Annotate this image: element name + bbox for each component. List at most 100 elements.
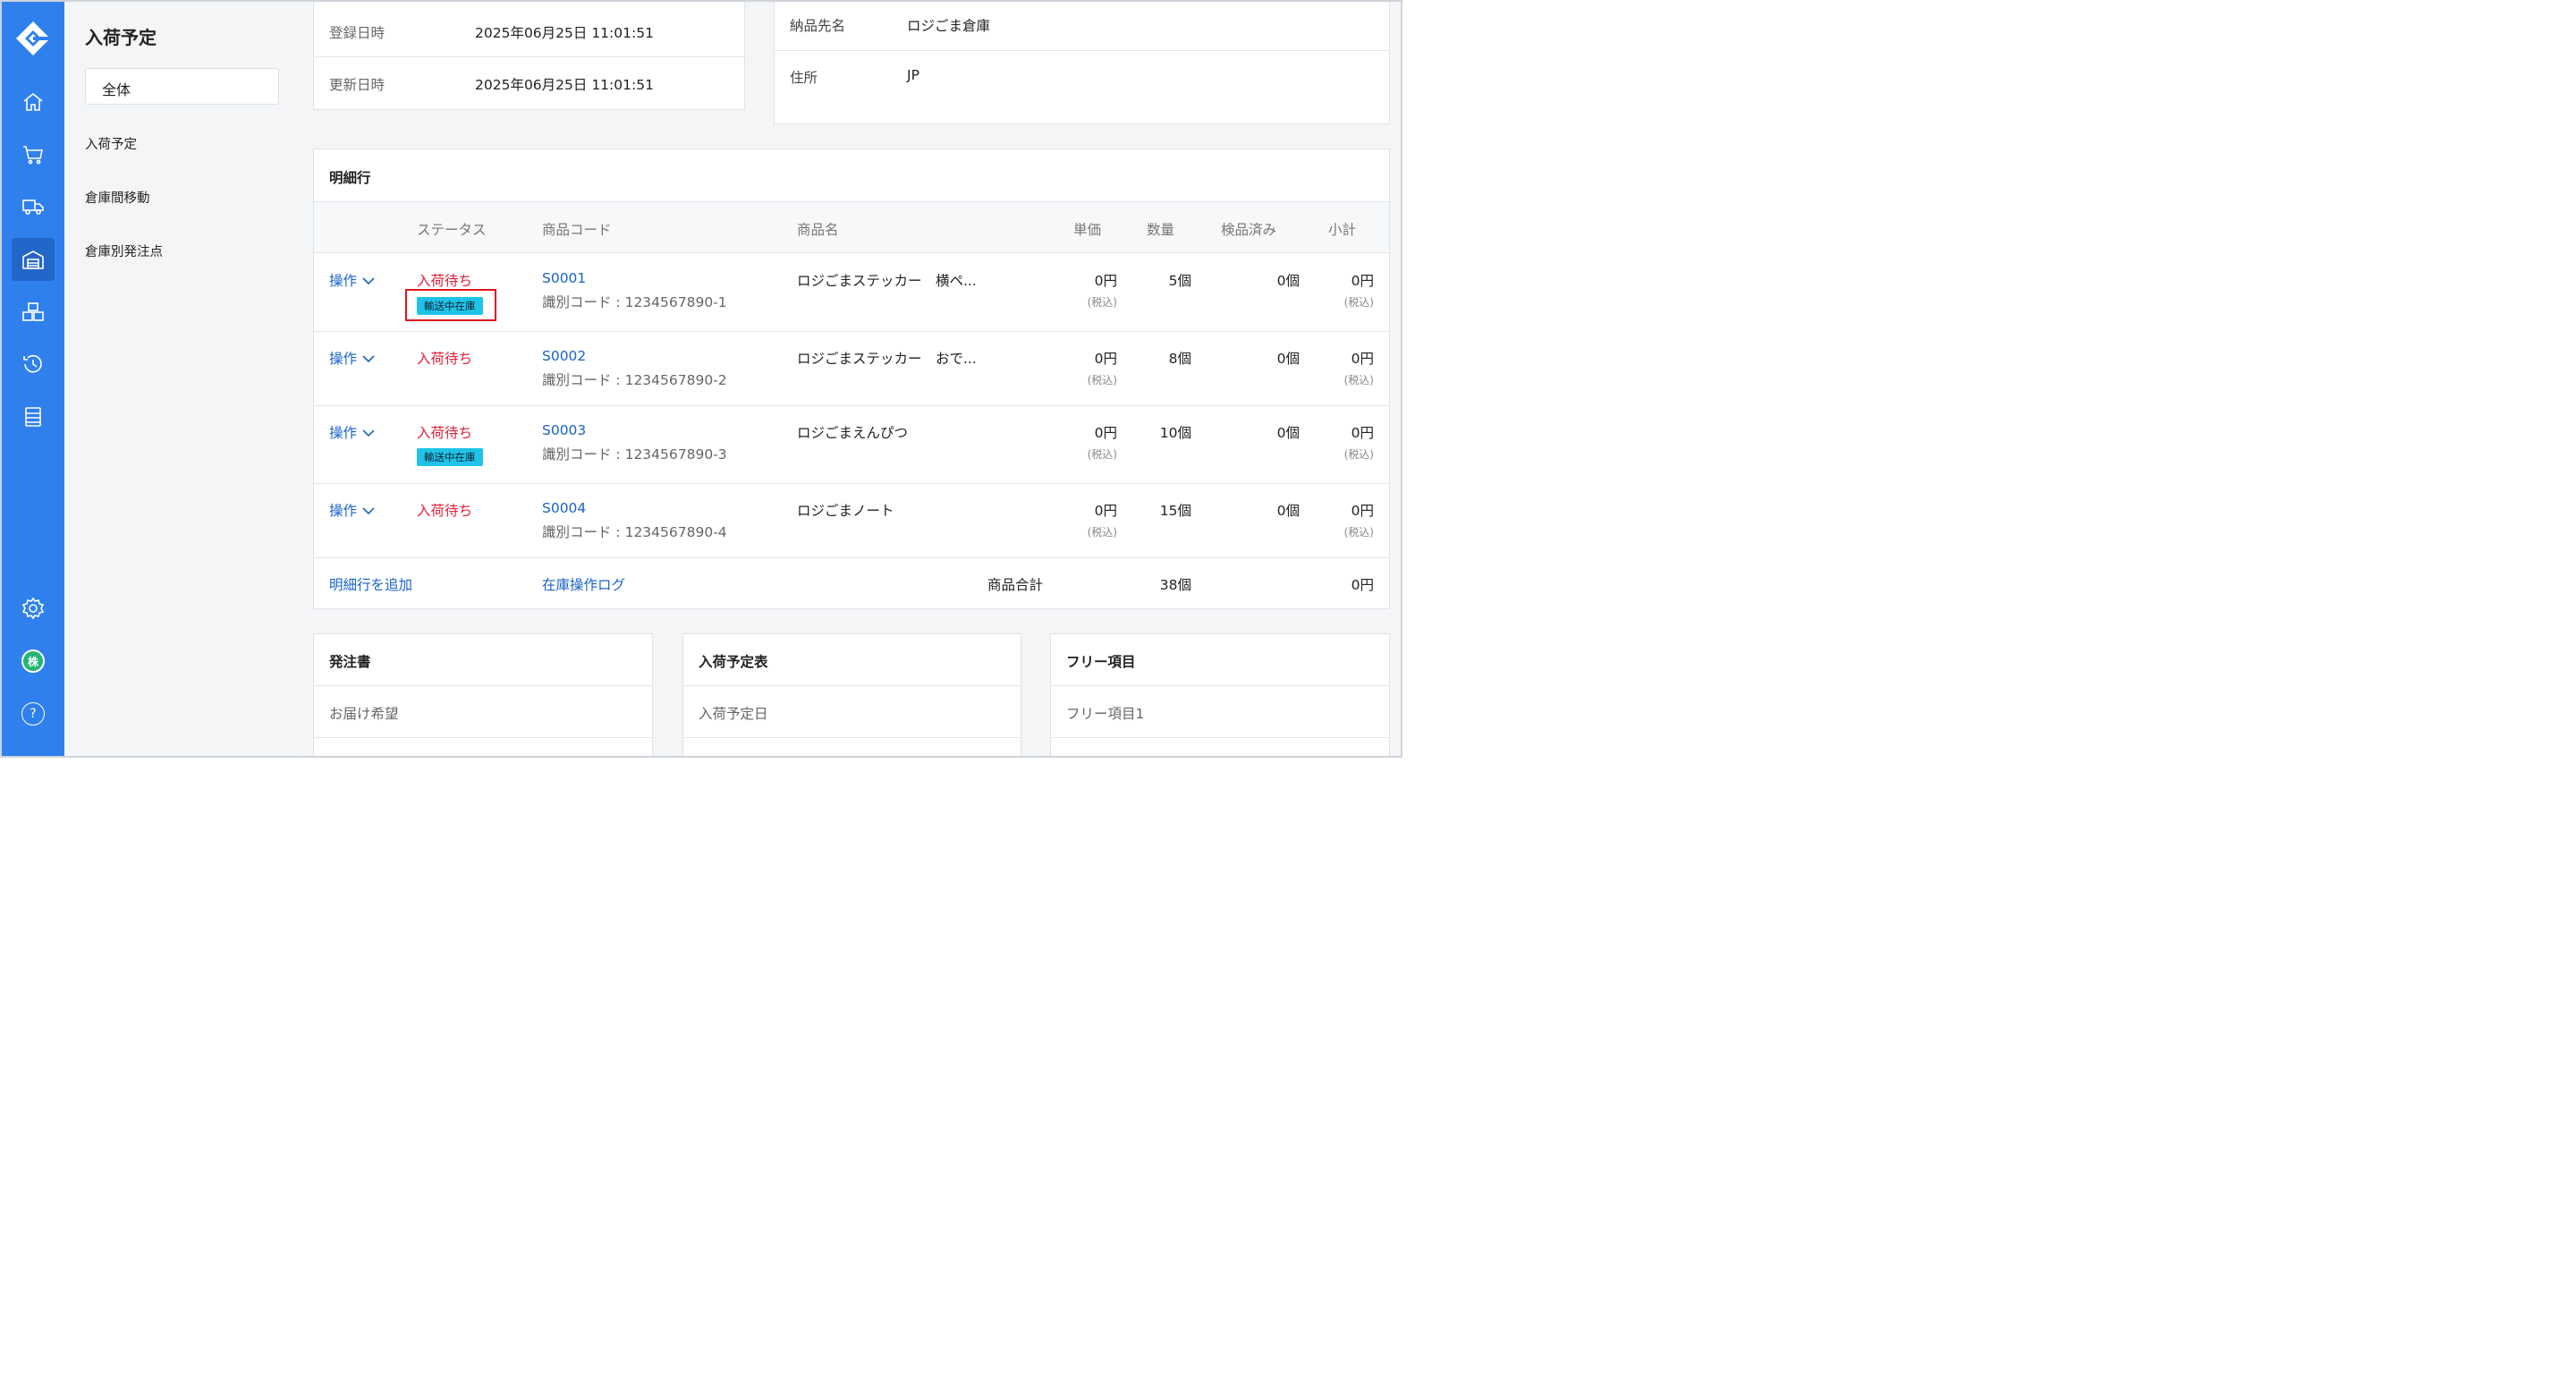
details-title: 明細行 — [329, 170, 371, 186]
server-icon[interactable] — [12, 395, 55, 438]
row-action-dropdown[interactable]: 操作 — [329, 422, 375, 442]
row-action-dropdown[interactable]: 操作 — [329, 270, 375, 290]
action-label: 操作 — [329, 503, 358, 519]
product-name: ロジごまノート — [797, 503, 894, 519]
product-code-link[interactable]: S0003 — [542, 422, 586, 438]
help-glyph: ? — [21, 702, 45, 726]
dest-row: 納品先名 ロジごま倉庫 — [775, 2, 1389, 51]
card-row: 入荷予定日 — [683, 686, 1021, 738]
settings-icon[interactable] — [12, 587, 55, 630]
inspected-qty: 0個 — [1276, 503, 1300, 519]
sidebar-item-warehouse-transfer[interactable]: 倉庫間移動 — [85, 188, 150, 207]
status-text: 入荷待ち — [417, 273, 473, 289]
home-icon[interactable] — [12, 81, 55, 123]
registered-value: 2025年06月25日 11:01:51 — [475, 25, 654, 41]
row-action-dropdown[interactable]: 操作 — [329, 348, 375, 368]
table-row: 操作 入荷待ち 輸送中在庫 S0001 識別コード : 1234567890-1… — [314, 253, 1389, 332]
inspected-qty: 0個 — [1276, 273, 1300, 289]
add-line-link[interactable]: 明細行を追加 — [329, 574, 412, 594]
sidebar-item-arrival-plan[interactable]: 入荷予定 — [85, 134, 137, 153]
unit-price: 0円 — [1094, 273, 1117, 289]
destination-card: 納品先名 ロジごま倉庫 住所 JP — [774, 2, 1390, 124]
address-value: JP — [907, 67, 919, 83]
unit-price-tax: (税込) — [1087, 448, 1117, 461]
table-header: ステータス 商品コード 商品名 単価 数量 検品済み 小計 — [314, 201, 1389, 253]
company-icon[interactable]: 株 — [12, 640, 55, 683]
table-row: 操作 入荷待ち S0002 識別コード : 1234567890-2 ロジごまス… — [314, 332, 1389, 406]
subtotal: 0円 — [1351, 273, 1374, 289]
address-row: 住所 JP — [775, 51, 1389, 124]
free-fields-card: フリー項目 フリー項目1 — [1050, 633, 1390, 756]
product-code-link[interactable]: S0004 — [542, 500, 586, 516]
subtotal: 0円 — [1351, 351, 1374, 367]
subtotal: 0円 — [1351, 503, 1374, 519]
arrival-date-label: 入荷予定日 — [699, 706, 768, 722]
card-title: フリー項目 — [1066, 654, 1136, 670]
ident-code: 識別コード : 1234567890-4 — [542, 524, 727, 540]
dest-label: 納品先名 — [790, 18, 846, 34]
quantity: 5個 — [1168, 273, 1191, 289]
arrival-schedule-card: 入荷予定表 入荷予定日 — [682, 633, 1021, 756]
highlight-box — [405, 289, 496, 321]
action-label: 操作 — [329, 351, 358, 367]
unit-price-tax: (税込) — [1087, 374, 1117, 386]
unit-price: 0円 — [1094, 351, 1117, 367]
subtotal-tax: (税込) — [1343, 374, 1374, 386]
inspected-qty: 0個 — [1276, 351, 1300, 367]
history-icon[interactable] — [12, 343, 55, 386]
timestamps-card: 登録日時 2025年06月25日 11:01:51 更新日時 2025年06月2… — [313, 2, 745, 110]
cart-icon[interactable] — [12, 133, 55, 176]
logo-icon[interactable] — [14, 20, 52, 57]
ident-code: 識別コード : 1234567890-3 — [542, 446, 727, 463]
chevron-down-icon — [362, 355, 375, 363]
ident-code: 識別コード : 1234567890-1 — [542, 294, 727, 310]
product-name: ロジごまステッカー おで... — [797, 351, 977, 367]
scope-selector[interactable]: 全体 — [85, 68, 279, 105]
unit-price-tax: (税込) — [1087, 526, 1117, 539]
truck-icon[interactable] — [12, 185, 55, 228]
action-label: 操作 — [329, 273, 358, 289]
app-frame: 株 ? 入荷予定 全体 入荷予定 倉庫間移動 倉庫別発注点 登録日時 2025年… — [0, 0, 1402, 758]
product-code-link[interactable]: S0001 — [542, 270, 586, 286]
table-row: 操作 入荷待ち S0004 識別コード : 1234567890-4 ロジごまノ… — [314, 484, 1389, 558]
chevron-down-icon — [362, 429, 375, 437]
warehouse-icon[interactable] — [12, 238, 55, 281]
company-badge: 株 — [21, 649, 45, 673]
th-code: 商品コード — [542, 222, 612, 238]
status-text: 入荷待ち — [417, 425, 473, 441]
help-icon[interactable]: ? — [12, 692, 55, 735]
registered-row: 登録日時 2025年06月25日 11:01:51 — [314, 2, 744, 57]
address-label: 住所 — [790, 70, 818, 86]
unit-price-tax: (税込) — [1087, 296, 1117, 309]
stock-log-link[interactable]: 在庫操作ログ — [542, 574, 625, 594]
card-row: お届け希望 — [314, 686, 652, 738]
total-qty: 38個 — [1159, 577, 1191, 593]
status-text: 入荷待ち — [417, 503, 473, 519]
updated-value: 2025年06月25日 11:01:51 — [475, 77, 654, 93]
quantity: 10個 — [1159, 425, 1191, 441]
card-header: フリー項目 — [1051, 634, 1389, 686]
ident-code: 識別コード : 1234567890-2 — [542, 372, 727, 388]
purchase-order-card: 発注書 お届け希望 — [313, 633, 653, 756]
inspected-qty: 0個 — [1276, 425, 1300, 441]
in-transit-badge: 輸送中在庫 — [417, 448, 483, 466]
free-field-1-label: フリー項目1 — [1066, 706, 1145, 722]
subtotal: 0円 — [1351, 425, 1374, 441]
dest-value: ロジごま倉庫 — [907, 18, 991, 34]
sidebar-item-reorder-point[interactable]: 倉庫別発注点 — [85, 242, 163, 260]
main-content: 登録日時 2025年06月25日 11:01:51 更新日時 2025年06月2… — [299, 2, 1401, 756]
updated-label: 更新日時 — [329, 77, 386, 93]
status-text: 入荷待ち — [417, 351, 473, 367]
product-name: ロジごまえんぴつ — [797, 425, 909, 441]
delivery-request-label: お届け希望 — [329, 706, 399, 722]
th-subtotal: 小計 — [1328, 222, 1357, 238]
row-action-dropdown[interactable]: 操作 — [329, 500, 375, 520]
chevron-down-icon — [362, 277, 375, 285]
boxes-icon[interactable] — [12, 291, 55, 334]
icon-rail: 株 ? — [2, 2, 64, 756]
updated-row: 更新日時 2025年06月25日 11:01:51 — [314, 57, 744, 110]
registered-label: 登録日時 — [329, 25, 386, 41]
quantity: 15個 — [1159, 503, 1191, 519]
product-code-link[interactable]: S0002 — [542, 348, 586, 364]
card-row: フリー項目1 — [1051, 686, 1389, 738]
